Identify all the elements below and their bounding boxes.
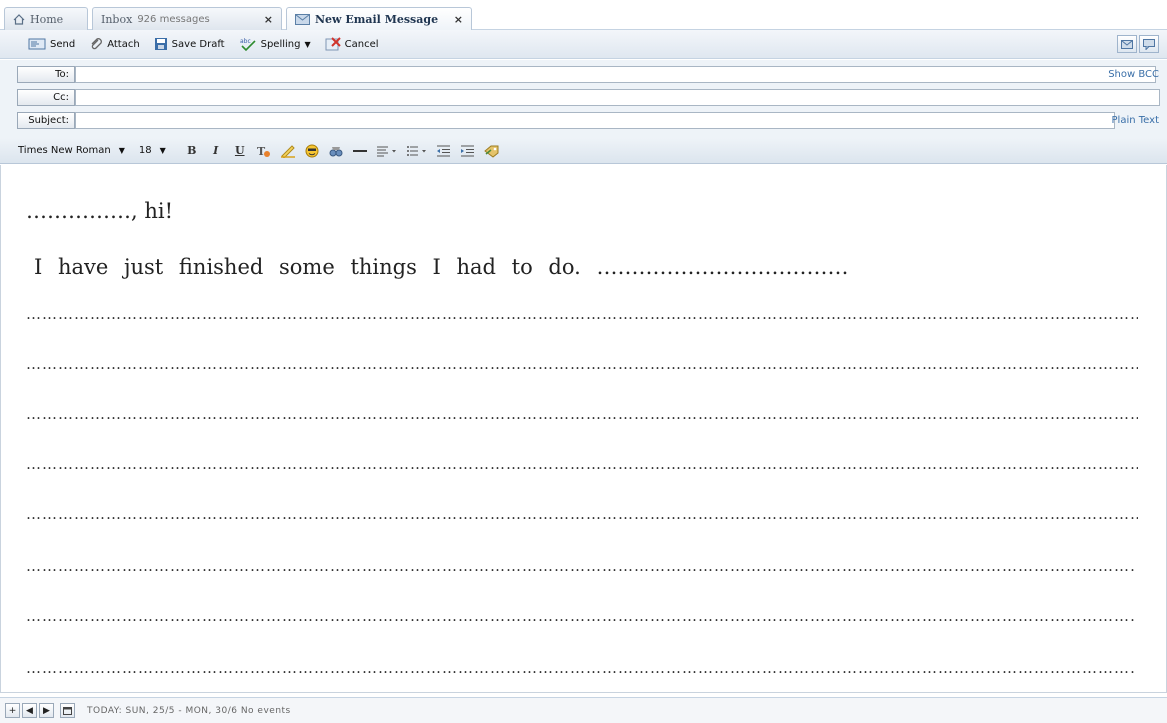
- to-field[interactable]: [75, 66, 1156, 83]
- formatting-toolbar: Times New Roman ▼ 18 ▼ B I U T: [0, 138, 1167, 164]
- to-row: To:: [17, 66, 1156, 83]
- subject-field[interactable]: [75, 112, 1115, 129]
- subject-label: Subject:: [17, 112, 75, 129]
- body-line-2: I have just finished some things I had t…: [34, 255, 849, 279]
- plain-text-link[interactable]: Plain Text: [1112, 115, 1159, 126]
- tab-bar: Home Inbox 926 messages × New Email Mess…: [0, 0, 1167, 31]
- indent-icon[interactable]: [456, 145, 480, 157]
- envelope-icon: [295, 14, 310, 25]
- spellcheck-icon: abc: [240, 38, 256, 51]
- cc-button[interactable]: Cc:: [17, 89, 75, 106]
- underline-button[interactable]: U: [228, 144, 252, 157]
- outdent-icon[interactable]: [432, 145, 456, 157]
- status-text: TODAY: SUN, 25/5 - MON, 30/6 No events: [87, 705, 291, 716]
- font-family-select[interactable]: Times New Roman ▼: [18, 145, 125, 156]
- save-draft-label: Save Draft: [171, 38, 225, 50]
- chat-view-icon[interactable]: [1139, 35, 1159, 53]
- home-icon: [13, 13, 25, 25]
- list-menu-icon[interactable]: [402, 145, 432, 157]
- tab-new-email-label: New Email Message: [315, 13, 439, 26]
- italic-button[interactable]: I: [204, 144, 228, 157]
- dotted-line: ……………………………………………………………………………………………………………: [26, 659, 1134, 677]
- send-button[interactable]: Send: [28, 38, 75, 50]
- dotted-line: ……………………………………………………………………………………………………………: [26, 505, 1138, 523]
- close-icon[interactable]: ×: [264, 13, 273, 26]
- arrow-right-icon[interactable]: ▶: [39, 703, 54, 718]
- chevron-down-icon: ▼: [304, 39, 311, 49]
- cancel-button[interactable]: Cancel: [325, 37, 379, 51]
- font-size-select[interactable]: 18 ▼: [139, 145, 166, 156]
- tab-home[interactable]: Home: [4, 7, 88, 30]
- message-body-editor[interactable]: ……………, hi! I have just finished some thi…: [0, 165, 1167, 693]
- send-icon: [28, 38, 46, 50]
- chevron-down-icon: ▼: [159, 146, 166, 155]
- calendar-status-bar: + ◀ ▶ TODAY: SUN, 25/5 - MON, 30/6 No ev…: [0, 697, 1167, 723]
- tab-new-email[interactable]: New Email Message ×: [286, 7, 472, 31]
- cancel-icon: [325, 37, 341, 51]
- bold-button[interactable]: B: [180, 144, 204, 157]
- font-family-value: Times New Roman: [18, 145, 111, 156]
- svg-text:abc: abc: [240, 38, 251, 45]
- highlight-pen-icon[interactable]: [276, 144, 300, 158]
- svg-text:T: T: [257, 145, 266, 158]
- save-draft-button[interactable]: Save Draft: [154, 37, 225, 51]
- dotted-line: ……………………………………………………………………………………………………………: [26, 455, 1138, 473]
- subject-row: Subject:: [17, 112, 1115, 129]
- horizontal-rule-icon[interactable]: [348, 144, 372, 158]
- send-label: Send: [50, 38, 76, 50]
- mail-view-icon[interactable]: [1117, 35, 1137, 53]
- spelling-button[interactable]: abc Spelling ▼: [239, 37, 311, 51]
- tab-home-label: Home: [30, 12, 64, 26]
- message-header-fields: To: Show BCC Cc: Subject: Plain Text: [0, 60, 1167, 142]
- insert-image-icon[interactable]: [324, 144, 348, 158]
- compose-toolbar: Send Attach Save Draft abc Spelling ▼ Ca…: [0, 30, 1167, 59]
- emoticon-icon[interactable]: [300, 144, 324, 158]
- cc-row: Cc:: [17, 89, 1160, 106]
- cancel-label: Cancel: [344, 38, 379, 50]
- tab-inbox-count: 926 messages: [137, 13, 210, 25]
- text-color-icon[interactable]: T: [252, 144, 276, 158]
- show-bcc-link[interactable]: Show BCC: [1108, 69, 1159, 80]
- font-size-value: 18: [138, 145, 152, 156]
- dotted-line: ……………………………………………………………………………………………………………: [26, 557, 1134, 575]
- view-toggle-group: [1117, 35, 1159, 53]
- arrow-left-icon[interactable]: ◀: [22, 703, 37, 718]
- dotted-line: ……………………………………………………………………………………………………………: [26, 305, 1138, 323]
- plus-icon[interactable]: +: [5, 703, 20, 718]
- tab-inbox-label: Inbox: [101, 12, 133, 26]
- tab-inbox[interactable]: Inbox 926 messages ×: [92, 7, 282, 30]
- body-greeting: ……………, hi!: [26, 199, 174, 223]
- chevron-down-icon: ▼: [118, 146, 125, 155]
- attach-button[interactable]: Attach: [89, 37, 140, 51]
- insert-link-icon[interactable]: [480, 144, 504, 158]
- attach-label: Attach: [107, 38, 140, 50]
- close-icon[interactable]: ×: [454, 13, 463, 26]
- dotted-line: ……………………………………………………………………………………………………………: [26, 355, 1138, 373]
- align-menu-icon[interactable]: [372, 145, 402, 157]
- floppy-disk-icon: [154, 38, 167, 50]
- spelling-label: Spelling: [260, 38, 301, 50]
- to-button[interactable]: To:: [17, 66, 75, 83]
- dotted-line: ……………………………………………………………………………………………………………: [26, 607, 1134, 625]
- cc-field[interactable]: [75, 89, 1160, 106]
- calendar-icon[interactable]: [60, 703, 75, 718]
- dotted-line: ……………………………………………………………………………………………………………: [26, 405, 1138, 423]
- paperclip-icon: [91, 38, 103, 50]
